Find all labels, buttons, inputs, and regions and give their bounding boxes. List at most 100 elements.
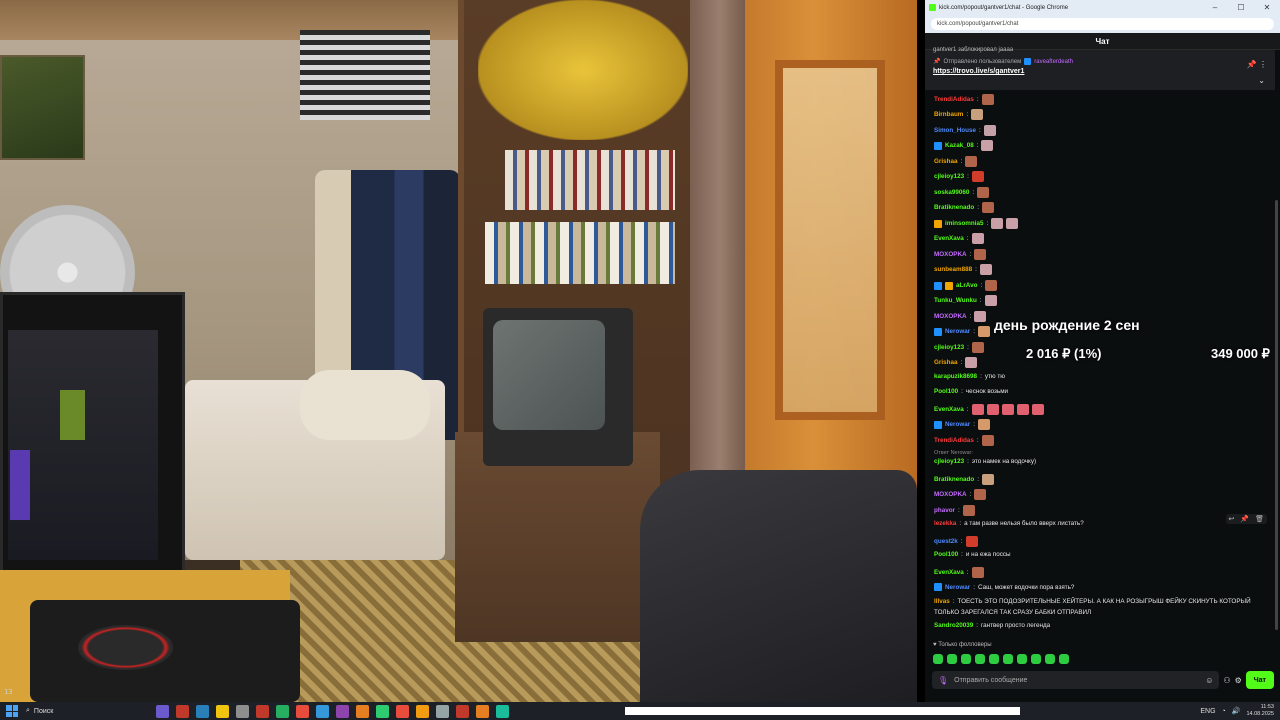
emote-icon[interactable] xyxy=(977,326,990,337)
minimize-button[interactable]: – xyxy=(1202,3,1228,12)
emote-icon[interactable] xyxy=(1006,218,1019,229)
delete-icon[interactable]: 🗑 xyxy=(1255,515,1264,523)
chat-message[interactable]: TrendiAdidas: xyxy=(934,94,994,105)
pinned-link[interactable]: https://trovo.live/s/gantver1 xyxy=(933,68,1267,75)
chat-username[interactable]: phavor xyxy=(934,507,955,514)
chat-username[interactable]: Tunku_Wunku xyxy=(934,297,977,304)
maximize-button[interactable]: ☐ xyxy=(1228,3,1254,12)
emote-icon[interactable] xyxy=(965,357,978,368)
emote-icon[interactable] xyxy=(974,489,987,500)
chat-username[interactable]: karapuzik8698 xyxy=(934,373,977,380)
chat-message[interactable]: cjleioy123: xyxy=(934,171,984,182)
emotes-icon[interactable]: ⚇ xyxy=(1223,676,1230,685)
chat-message[interactable]: Kazak_08: xyxy=(934,140,994,151)
chat-username[interactable]: EvenXava xyxy=(934,569,964,576)
emote-icon[interactable] xyxy=(1016,404,1029,415)
quick-emote[interactable] xyxy=(1003,654,1013,664)
chat-username[interactable]: Sandro20039 xyxy=(934,622,973,629)
chat-message[interactable]: Tunku_Wunku: xyxy=(934,295,997,306)
app-icon[interactable] xyxy=(296,704,309,718)
emote-icon[interactable] xyxy=(981,94,994,105)
chat-message[interactable]: cjleioy123: это намек на водочку) xyxy=(934,458,1036,465)
chat-message[interactable]: MOXOPKA: xyxy=(934,311,987,322)
chat-username[interactable]: sunbeam888 xyxy=(934,266,972,273)
chat-message[interactable]: aLrAvo: xyxy=(934,280,998,291)
chat-username[interactable]: EvenXava xyxy=(934,235,964,242)
chat-message[interactable]: lezekka: а там разве нельзя было вверх ли… xyxy=(934,520,1084,527)
chat-username[interactable]: Pool100 xyxy=(934,551,958,558)
taskbar-search[interactable]: ⌕ Поиск xyxy=(26,707,126,715)
chat-message[interactable]: cjleioy123: xyxy=(934,342,984,353)
chat-username[interactable]: lezekka xyxy=(934,520,956,527)
chat-message[interactable]: EvenXava: xyxy=(934,567,984,578)
chat-username[interactable]: Kazak_08 xyxy=(945,142,974,149)
chat-username[interactable]: Simon_House xyxy=(934,127,976,134)
emote-icon[interactable] xyxy=(1031,404,1044,415)
chat-username[interactable]: aLrAvo xyxy=(956,282,977,289)
settings-icon[interactable]: ⚙ xyxy=(1235,676,1242,685)
chat-username[interactable]: soska99060 xyxy=(934,189,969,196)
app-icon[interactable] xyxy=(476,704,489,718)
app-icon[interactable] xyxy=(236,704,249,718)
emoji-icon[interactable]: ☺ xyxy=(1205,676,1213,685)
app-icon[interactable] xyxy=(336,704,349,718)
chat-message[interactable]: lllvas: ТОЕСТЬ ЭТО ПОДОЗРИТЕЛЬНЫЕ ХЕЙТЕРЫ… xyxy=(934,598,1251,605)
chat-message[interactable]: Pool100: и на ежа поссы xyxy=(934,551,1011,558)
chevron-down-icon[interactable]: ⌄ xyxy=(1258,76,1265,85)
emote-icon[interactable] xyxy=(991,218,1004,229)
emote-icon[interactable] xyxy=(985,280,998,291)
chat-message[interactable]: Grishaa: xyxy=(934,357,978,368)
chat-message[interactable]: Bratiknenado: xyxy=(934,202,994,213)
chat-scrollbar[interactable] xyxy=(1275,200,1278,630)
quick-emote[interactable] xyxy=(975,654,985,664)
chat-username[interactable]: quest2k xyxy=(934,538,958,545)
emote-icon[interactable] xyxy=(971,109,984,120)
chat-message[interactable]: EvenXava: xyxy=(934,404,1044,415)
emote-icon[interactable] xyxy=(977,187,990,198)
quick-emote[interactable] xyxy=(989,654,999,664)
chat-message[interactable]: iminsomnia5: xyxy=(934,218,1019,229)
stream-video[interactable]: 13 xyxy=(0,0,917,702)
chat-username[interactable]: EvenXava xyxy=(934,406,964,413)
chat-message[interactable]: Birnbaum: xyxy=(934,109,984,120)
emote-icon[interactable] xyxy=(965,156,978,167)
chat-username[interactable]: cjleioy123 xyxy=(934,173,964,180)
close-button[interactable]: ✕ xyxy=(1254,3,1280,12)
quick-emote[interactable] xyxy=(1045,654,1055,664)
chat-username[interactable]: MOXOPKA xyxy=(934,313,967,320)
unpin-icon[interactable]: 📌 xyxy=(1247,60,1257,69)
quick-emote[interactable] xyxy=(1031,654,1041,664)
emote-icon[interactable] xyxy=(1001,404,1014,415)
send-chat-button[interactable]: Чат xyxy=(1245,671,1274,689)
emote-icon[interactable] xyxy=(979,264,992,275)
clock[interactable]: 11:53 14.08.2025 xyxy=(1246,704,1274,718)
pin-icon[interactable]: 📌 xyxy=(1240,515,1249,523)
chat-username[interactable]: cjleioy123 xyxy=(934,344,964,351)
app-icon[interactable] xyxy=(456,704,469,718)
chat-message[interactable]: Nerowar: xyxy=(934,419,990,430)
app-icon[interactable] xyxy=(176,704,189,718)
windows-start-icon[interactable] xyxy=(6,705,18,717)
chat-username[interactable]: lllvas xyxy=(934,598,950,605)
chat-username[interactable]: Birnbaum xyxy=(934,111,963,118)
quick-emote[interactable] xyxy=(1017,654,1027,664)
pinned-by-user[interactable]: raveafterdeath xyxy=(1034,59,1073,65)
emote-icon[interactable] xyxy=(965,536,978,547)
app-icon[interactable] xyxy=(396,704,409,718)
emote-icon[interactable] xyxy=(971,404,984,415)
chat-message[interactable]: Bratiknenado: xyxy=(934,474,994,485)
microphone-icon[interactable]: 🎙 xyxy=(938,676,948,685)
app-icon[interactable] xyxy=(216,704,229,718)
lang-indicator[interactable]: ENG xyxy=(1200,708,1215,715)
emote-icon[interactable] xyxy=(982,202,994,213)
emote-icon[interactable] xyxy=(982,474,994,485)
wifi-icon[interactable]: ◔ xyxy=(1222,708,1226,715)
app-icon[interactable] xyxy=(376,704,389,718)
app-icon[interactable] xyxy=(156,704,169,718)
reply-icon[interactable]: ↩ xyxy=(1229,515,1235,523)
chat-username[interactable]: TrendiAdidas xyxy=(934,437,974,444)
emote-icon[interactable] xyxy=(962,505,975,516)
pinned-message[interactable]: gantver1 заблокировал jaaaa 📌 Отправлено… xyxy=(925,47,1275,90)
chat-messages[interactable]: TrendiAdidas: Birnbaum: Simon_House: Kazak_… xyxy=(925,91,1275,636)
chat-username[interactable]: Pool100 xyxy=(934,388,958,395)
